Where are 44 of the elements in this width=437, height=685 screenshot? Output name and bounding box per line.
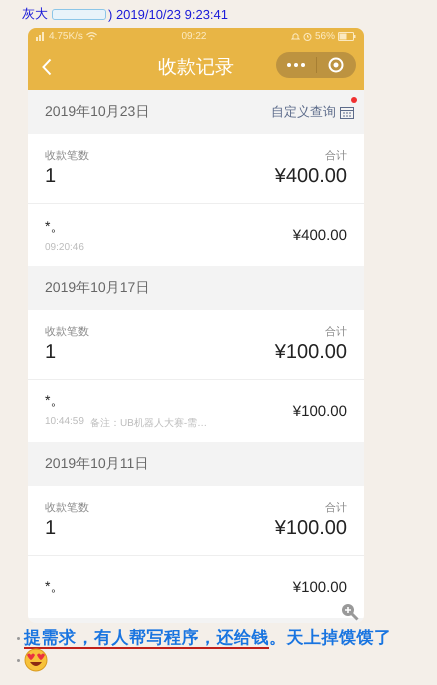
record-amount: ¥100.00 [292,578,347,596]
status-time: 09:22 [180,30,208,42]
record-amount: ¥400.00 [292,226,347,244]
redacted-id [52,8,106,20]
more-icon[interactable] [286,63,305,67]
custom-query-link[interactable]: 自定义查询 [271,103,354,121]
count-label: 收款笔数 [45,149,89,163]
total-label: 合计 [325,501,347,515]
alarm-icon [302,32,312,40]
sender-name: 灰大 [22,5,48,23]
date-heading: 2019年10月17日 [45,279,150,297]
payer-name: *。 [45,578,64,596]
payment-time: 10:44:59 [45,416,84,429]
payment-count: 1 [45,165,58,188]
close-icon[interactable] [328,57,344,73]
network-speed: 4.75K/s [49,30,83,42]
payment-count: 1 [45,517,58,540]
calendar-icon [340,106,354,118]
battery-percent: 56% [314,30,335,42]
date-heading: 2019年10月11日 [45,455,148,473]
message-timestamp: ) 2019/10/23 9:23:41 [108,6,228,22]
count-label: 收款笔数 [45,501,89,515]
payment-time: 09:20:46 [45,242,84,252]
battery-icon [338,32,356,40]
payment-count: 1 [45,341,58,364]
payment-note: 备注：UB机器人大赛-需… [90,416,208,430]
record-amount: ¥100.00 [292,402,347,420]
total-amount: ¥100.00 [274,517,347,540]
payer-name: *。 [45,218,66,236]
heart-eyes-emoji-icon [24,648,48,672]
zoom-in-icon[interactable] [341,603,359,621]
date-heading: 2019年10月23日 [45,103,150,121]
back-icon[interactable] [42,58,52,76]
total-label: 合计 [325,149,347,163]
total-label: 合计 [325,325,347,339]
page-title: 收款记录 [158,57,234,78]
message-text: 提需求，有人帮写程序，还给钱。天上掉馍馍了 [24,628,392,648]
total-amount: ¥100.00 [274,341,347,364]
signal-icon [36,32,46,40]
count-label: 收款笔数 [45,325,89,339]
bell-icon [290,32,300,40]
wifi-icon [86,32,97,40]
total-amount: ¥400.00 [274,165,347,188]
payer-name: *。 [45,392,66,410]
